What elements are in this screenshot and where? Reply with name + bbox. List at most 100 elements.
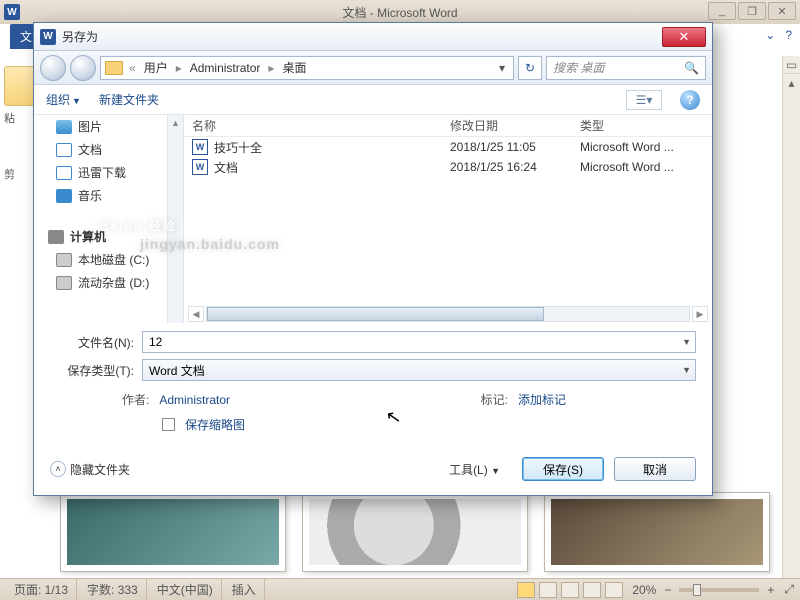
column-name[interactable]: 名称 xyxy=(184,117,442,134)
breadcrumb-item[interactable]: 用户 xyxy=(140,59,172,76)
scroll-track[interactable] xyxy=(206,306,690,322)
refresh-button[interactable]: ↻ xyxy=(518,56,542,80)
scroll-up-icon[interactable]: ▲ xyxy=(168,115,183,131)
dialog-titlebar: W 另存为 ✕ xyxy=(34,23,712,51)
dialog-footer: ˄ 隐藏文件夹 工具(L) ▼ 保存(S) 取消 xyxy=(34,449,712,495)
organize-menu[interactable]: 组织▼ xyxy=(46,91,81,108)
cancel-button[interactable]: 取消 xyxy=(614,457,696,481)
view-options-button[interactable]: ☰▾ xyxy=(626,90,662,110)
status-language[interactable]: 中文(中国) xyxy=(149,579,222,600)
column-date[interactable]: 修改日期 xyxy=(442,117,572,134)
file-list-hscroll[interactable]: ◀ ▶ xyxy=(184,305,712,323)
scroll-up-icon[interactable]: ▴ xyxy=(783,74,800,92)
sidebar-item-drive-c[interactable]: 本地磁盘 (C:) xyxy=(34,248,183,271)
dropdown-icon[interactable]: ▼ xyxy=(682,365,691,375)
breadcrumb-item[interactable]: 桌面 xyxy=(278,59,310,76)
sidebar-item-computer[interactable]: 计算机 xyxy=(34,225,183,248)
dialog-form: 文件名(N): 12▼ 保存类型(T): Word 文档▼ 作者: Admini… xyxy=(34,323,712,449)
sidebar-item-downloads[interactable]: 迅雷下载 xyxy=(34,161,183,184)
zoom-in-button[interactable]: + xyxy=(767,583,774,597)
new-folder-button[interactable]: 新建文件夹 xyxy=(99,91,159,108)
folder-sidebar: ▴ 图片 文档 迅雷下载 音乐 计算机 本地磁盘 (C:) 流动杂盘 (D:) … xyxy=(34,115,184,323)
close-button[interactable]: ✕ xyxy=(768,2,796,20)
status-wordcount[interactable]: 字数: 333 xyxy=(79,579,147,600)
help-icon[interactable]: ? xyxy=(680,90,700,110)
status-insert-mode[interactable]: 插入 xyxy=(224,579,265,600)
save-thumbnail-checkbox[interactable] xyxy=(162,418,175,431)
status-page[interactable]: 页面: 1/13 xyxy=(6,579,77,600)
savetype-select[interactable]: Word 文档▼ xyxy=(142,359,696,381)
zoom-percent[interactable]: 20% xyxy=(632,583,656,597)
ribbon-help-area: ⌄ ? xyxy=(765,28,792,42)
fullscreen-toggle-icon[interactable]: ⤢ xyxy=(784,582,794,597)
author-value[interactable]: Administrator xyxy=(159,393,230,407)
view-outline-button[interactable] xyxy=(583,582,601,598)
view-fullscreen-button[interactable] xyxy=(539,582,557,598)
search-input[interactable]: 搜索 桌面 🔍 xyxy=(546,56,706,80)
tag-value[interactable]: 添加标记 xyxy=(518,391,566,408)
page-thumbnail[interactable] xyxy=(60,492,286,572)
word-title: 文档 - Microsoft Word xyxy=(342,4,457,21)
disk-icon xyxy=(56,253,72,267)
dialog-close-button[interactable]: ✕ xyxy=(662,27,706,47)
file-row[interactable]: W技巧十全 2018/1/25 11:05 Microsoft Word ... xyxy=(184,137,712,157)
word-titlebar: W 文档 - Microsoft Word _ ❐ ✕ xyxy=(0,0,800,24)
breadcrumb-dropdown-icon[interactable]: ▾ xyxy=(495,61,509,75)
view-print-layout-button[interactable] xyxy=(517,582,535,598)
breadcrumb[interactable]: « 用户 ▸ Administrator ▸ 桌面 ▾ xyxy=(100,56,514,80)
search-icon: 🔍 xyxy=(684,61,699,75)
chevron-up-icon: ˄ xyxy=(50,461,66,477)
file-list-header: 名称 修改日期 类型 xyxy=(184,115,712,137)
page-thumbnails xyxy=(60,492,770,572)
sidebar-item-music[interactable]: 音乐 xyxy=(34,184,183,207)
help-icon[interactable]: ? xyxy=(785,28,792,42)
page-thumbnail[interactable] xyxy=(544,492,770,572)
file-row[interactable]: W文档 2018/1/25 16:24 Microsoft Word ... xyxy=(184,157,712,177)
dropdown-icon[interactable]: ▼ xyxy=(682,337,691,347)
chevron-right-icon: ▸ xyxy=(174,61,184,75)
word-file-icon: W xyxy=(192,159,208,175)
vertical-scrollbar[interactable]: ▭ ▴ xyxy=(782,56,800,578)
sidebar-item-documents[interactable]: 文档 xyxy=(34,138,183,161)
download-icon xyxy=(56,166,72,180)
breadcrumb-sep: « xyxy=(127,61,138,75)
zoom-slider[interactable] xyxy=(679,588,759,592)
document-icon xyxy=(56,143,72,157)
music-icon xyxy=(56,189,72,203)
sidebar-item-drive-d[interactable]: 流动杂盘 (D:) xyxy=(34,271,183,294)
ruler-toggle-icon[interactable]: ▭ xyxy=(783,56,800,74)
dialog-nav-bar: « 用户 ▸ Administrator ▸ 桌面 ▾ ↻ 搜索 桌面 🔍 xyxy=(34,51,712,85)
disk-icon xyxy=(56,276,72,290)
file-list: 名称 修改日期 类型 W技巧十全 2018/1/25 11:05 Microso… xyxy=(184,115,712,323)
zoom-out-button[interactable]: − xyxy=(664,583,671,597)
word-app-icon: W xyxy=(4,4,20,20)
hide-folders-toggle[interactable]: ˄ 隐藏文件夹 xyxy=(50,461,130,478)
cut-label: 剪 xyxy=(4,166,32,182)
paste-label: 粘 xyxy=(4,110,32,126)
filename-label: 文件名(N): xyxy=(50,334,142,351)
nav-back-button[interactable] xyxy=(40,55,66,81)
page-thumbnail[interactable] xyxy=(302,492,528,572)
nav-forward-button[interactable] xyxy=(70,55,96,81)
sidebar-item-pictures[interactable]: 图片 xyxy=(34,115,183,138)
clipboard-group: 粘 剪 xyxy=(4,66,32,182)
scroll-right-icon[interactable]: ▶ xyxy=(692,306,708,322)
maximize-button[interactable]: ❐ xyxy=(738,2,766,20)
ribbon-dropdown-icon[interactable]: ⌄ xyxy=(765,28,775,42)
pictures-icon xyxy=(56,120,72,134)
scroll-left-icon[interactable]: ◀ xyxy=(188,306,204,322)
view-draft-button[interactable] xyxy=(605,582,623,598)
view-web-button[interactable] xyxy=(561,582,579,598)
author-label: 作者: xyxy=(122,391,149,408)
column-type[interactable]: 类型 xyxy=(572,117,712,134)
filename-input[interactable]: 12▼ xyxy=(142,331,696,353)
scroll-thumb[interactable] xyxy=(207,307,544,321)
computer-icon xyxy=(48,230,64,244)
minimize-button[interactable]: _ xyxy=(708,2,736,20)
dialog-toolbar: 组织▼ 新建文件夹 ☰▾ ? xyxy=(34,85,712,115)
dialog-title: 另存为 xyxy=(62,28,98,45)
sidebar-scrollbar[interactable]: ▲ xyxy=(167,115,183,323)
breadcrumb-item[interactable]: Administrator xyxy=(186,61,265,75)
save-button[interactable]: 保存(S) xyxy=(522,457,604,481)
tools-menu[interactable]: 工具(L) ▼ xyxy=(449,461,500,478)
